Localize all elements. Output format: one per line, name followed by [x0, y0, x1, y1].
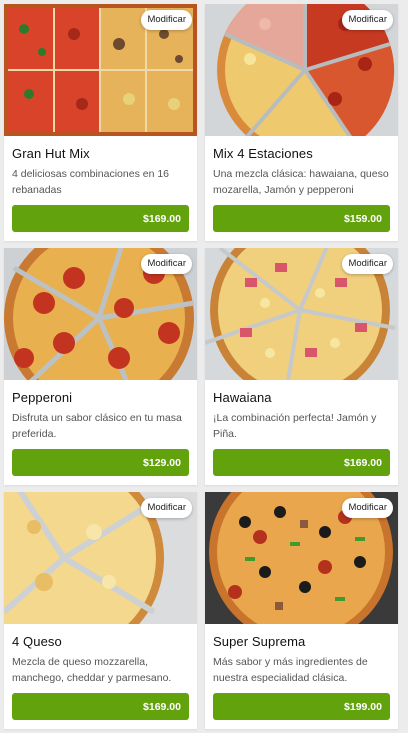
add-to-cart-price-button[interactable]: $199.00: [213, 693, 390, 720]
product-name: Mix 4 Estaciones: [213, 146, 313, 161]
pizza-image: Modificar: [4, 4, 197, 136]
pizza-image: Modificar: [205, 492, 398, 624]
modify-button[interactable]: Modificar: [342, 254, 393, 274]
product-name: Super Suprema: [213, 634, 306, 649]
pizza-image: Modificar: [205, 248, 398, 380]
modify-button[interactable]: Modificar: [141, 498, 192, 518]
modify-button[interactable]: Modificar: [342, 10, 393, 30]
pizza-image: Modificar: [4, 492, 197, 624]
product-card-super-suprema[interactable]: Modificar Super Suprema Más sabor y más …: [205, 492, 398, 729]
product-name: Pepperoni: [12, 390, 73, 405]
product-description: Una mezcla clásica: hawaiana, queso moza…: [213, 168, 389, 196]
product-card-hawaiana[interactable]: Modificar Hawaiana ¡La combinación perfe…: [205, 248, 398, 485]
product-card-gran-hut-mix[interactable]: Modificar Gran Hut Mix 4 deliciosas comb…: [4, 4, 197, 241]
modify-button[interactable]: Modificar: [141, 254, 192, 274]
modify-button[interactable]: Modificar: [342, 498, 393, 518]
product-name: Hawaiana: [213, 390, 272, 405]
add-to-cart-price-button[interactable]: $159.00: [213, 205, 390, 232]
add-to-cart-price-button[interactable]: $169.00: [12, 693, 189, 720]
product-card-4-queso[interactable]: Modificar 4 Queso Mezcla de queso mozzar…: [4, 492, 197, 729]
product-description: Mezcla de queso mozzarella, manchego, ch…: [12, 656, 172, 684]
product-description: Más sabor y más ingredientes de nuestra …: [213, 656, 368, 684]
product-description: 4 deliciosas combinaciones en 16 rebanad…: [12, 168, 170, 196]
product-card-pepperoni[interactable]: Modificar Pepperoni Disfruta un sabor cl…: [4, 248, 197, 485]
add-to-cart-price-button[interactable]: $129.00: [12, 449, 189, 476]
product-description: Disfruta un sabor clásico en tu masa pre…: [12, 412, 182, 440]
pizza-image: Modificar: [205, 4, 398, 136]
add-to-cart-price-button[interactable]: $169.00: [12, 205, 189, 232]
product-name: Gran Hut Mix: [12, 146, 90, 161]
product-grid: Modificar Gran Hut Mix 4 deliciosas comb…: [4, 4, 398, 729]
product-card-mix-4-estaciones[interactable]: Modificar Mix 4 Estaciones Una mezcla cl…: [205, 4, 398, 241]
add-to-cart-price-button[interactable]: $169.00: [213, 449, 390, 476]
pizza-image: Modificar: [4, 248, 197, 380]
product-description: ¡La combinación perfecta! Jamón y Piña.: [213, 412, 377, 440]
modify-button[interactable]: Modificar: [141, 10, 192, 30]
product-name: 4 Queso: [12, 634, 62, 649]
